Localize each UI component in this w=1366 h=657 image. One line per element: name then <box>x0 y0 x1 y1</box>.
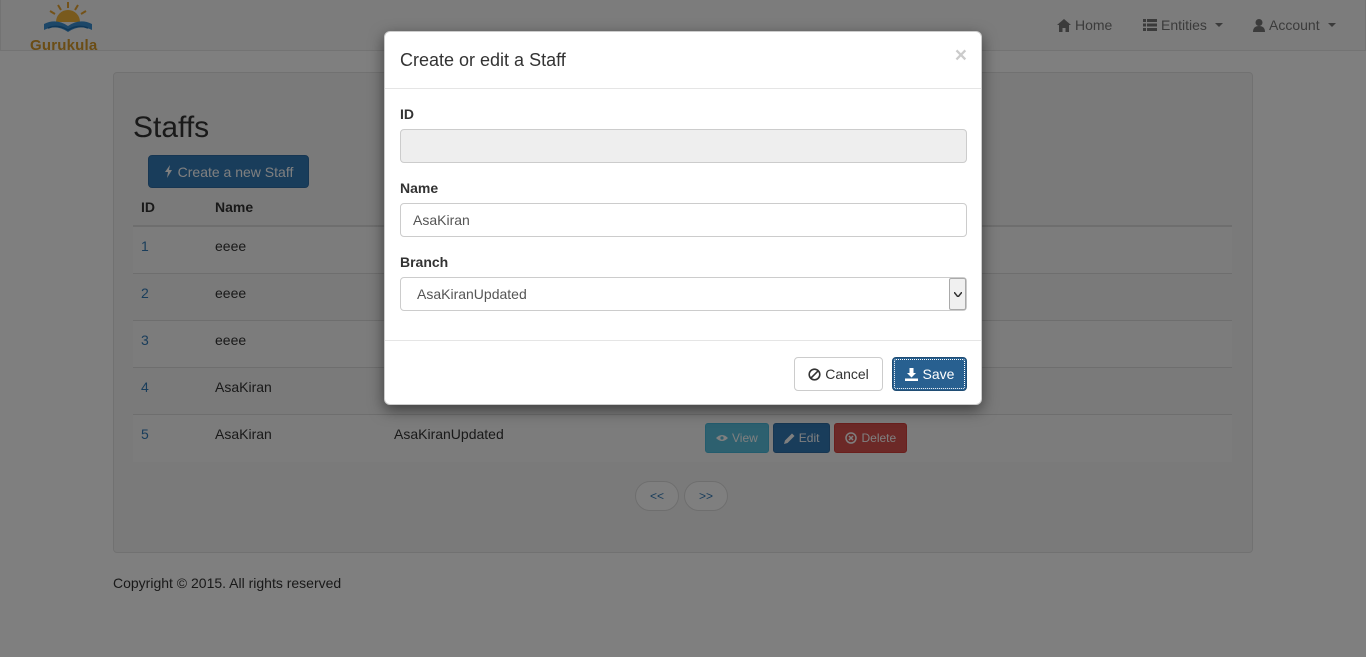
name-field[interactable] <box>400 203 967 237</box>
save-label: Save <box>922 366 955 382</box>
dialog-header: Create or edit a Staff × <box>385 32 981 89</box>
branch-select[interactable]: AsaKiranUpdated <box>400 277 967 311</box>
cancel-button[interactable]: Cancel <box>794 357 883 391</box>
id-field[interactable] <box>400 129 967 163</box>
name-label: Name <box>400 180 439 196</box>
save-button[interactable]: Save <box>892 357 967 391</box>
dialog-footer: Cancel Save <box>385 340 981 405</box>
cancel-label: Cancel <box>825 366 869 382</box>
download-icon <box>904 367 918 381</box>
staff-edit-dialog: Create or edit a Staff × ID Name Branch … <box>384 31 982 405</box>
branch-label: Branch <box>400 254 449 270</box>
ban-circle-icon <box>808 367 821 381</box>
dialog-title: Create or edit a Staff <box>400 50 566 70</box>
chevron-down-icon[interactable] <box>949 278 966 310</box>
close-icon[interactable]: × <box>955 45 967 66</box>
id-label: ID <box>400 106 414 122</box>
branch-selected-value: AsaKiranUpdated <box>417 286 527 302</box>
